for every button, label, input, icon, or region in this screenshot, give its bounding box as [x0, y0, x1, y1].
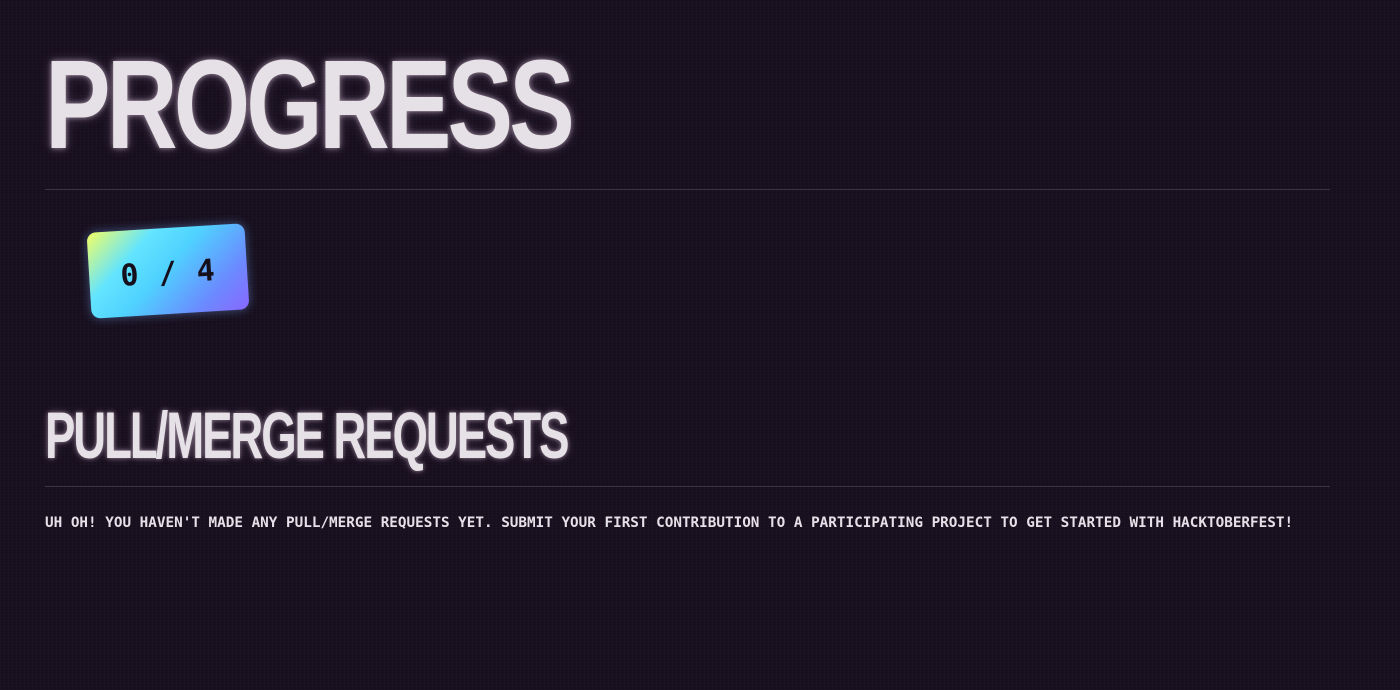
- title-divider: [45, 189, 1330, 190]
- section-divider: [45, 486, 1330, 487]
- page-title: PROGRESS: [45, 34, 575, 175]
- progress-count: 0 / 4: [119, 252, 217, 294]
- section-title-pull-requests: PULL/MERGE REQUESTS: [45, 398, 569, 472]
- empty-state-message: UH OH! YOU HAVEN'T MADE ANY PULL/MERGE R…: [45, 515, 1294, 531]
- progress-badge: 0 / 4: [86, 223, 250, 319]
